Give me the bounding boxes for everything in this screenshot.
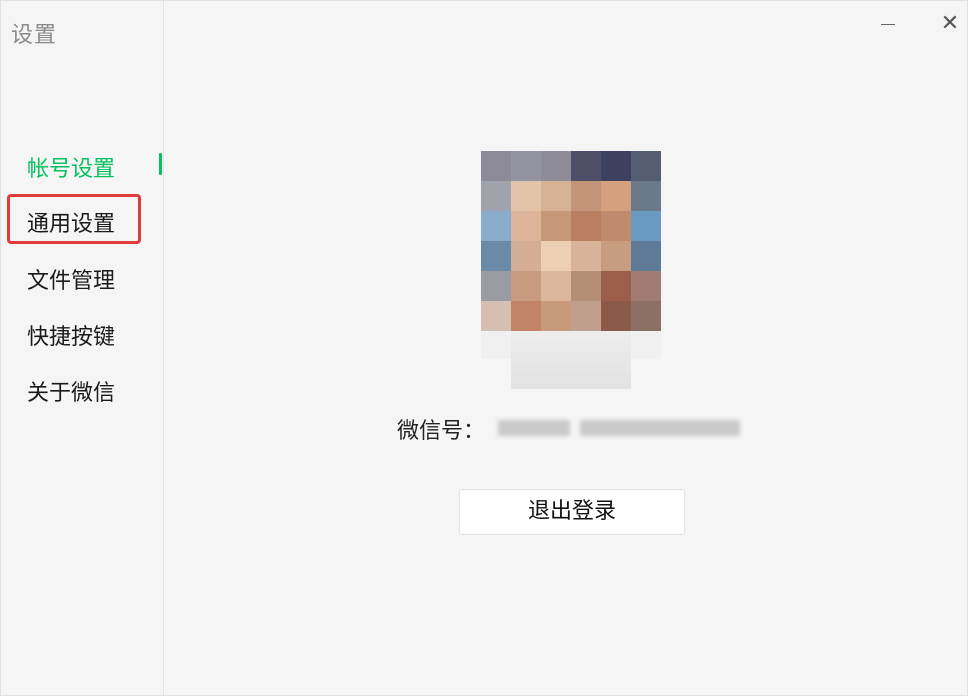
sidebar-item-file-management[interactable]: 文件管理 <box>27 263 115 295</box>
avatar-lower-pixels <box>511 331 631 389</box>
close-icon: ✕ <box>940 11 960 36</box>
settings-sidebar: 帐号设置 通用设置 文件管理 快捷按键 关于微信 <box>1 1 164 696</box>
sidebar-item-shortcut-keys[interactable]: 快捷按键 <box>27 319 115 351</box>
sidebar-item-general-settings[interactable]: 通用设置 <box>27 206 115 238</box>
sidebar-item-about-wechat[interactable]: 关于微信 <box>27 375 115 407</box>
sidebar-item-account-settings[interactable]: 帐号设置 <box>27 151 115 183</box>
wechat-id-label: 微信号： <box>397 419 486 444</box>
active-tab-indicator <box>159 153 162 175</box>
avatar-pixelated-image <box>481 151 661 331</box>
avatar <box>481 151 661 391</box>
logout-button[interactable]: 退出登录 <box>459 489 685 535</box>
wechat-id-value-redacted <box>498 417 748 437</box>
minimize-button[interactable] <box>873 11 903 37</box>
close-button[interactable]: ✕ <box>935 11 965 37</box>
settings-window: 设置 ✕ 帐号设置 通用设置 文件管理 快捷按键 关于微信 微信号： 退出登录 <box>0 0 968 696</box>
minimize-icon <box>881 24 895 25</box>
